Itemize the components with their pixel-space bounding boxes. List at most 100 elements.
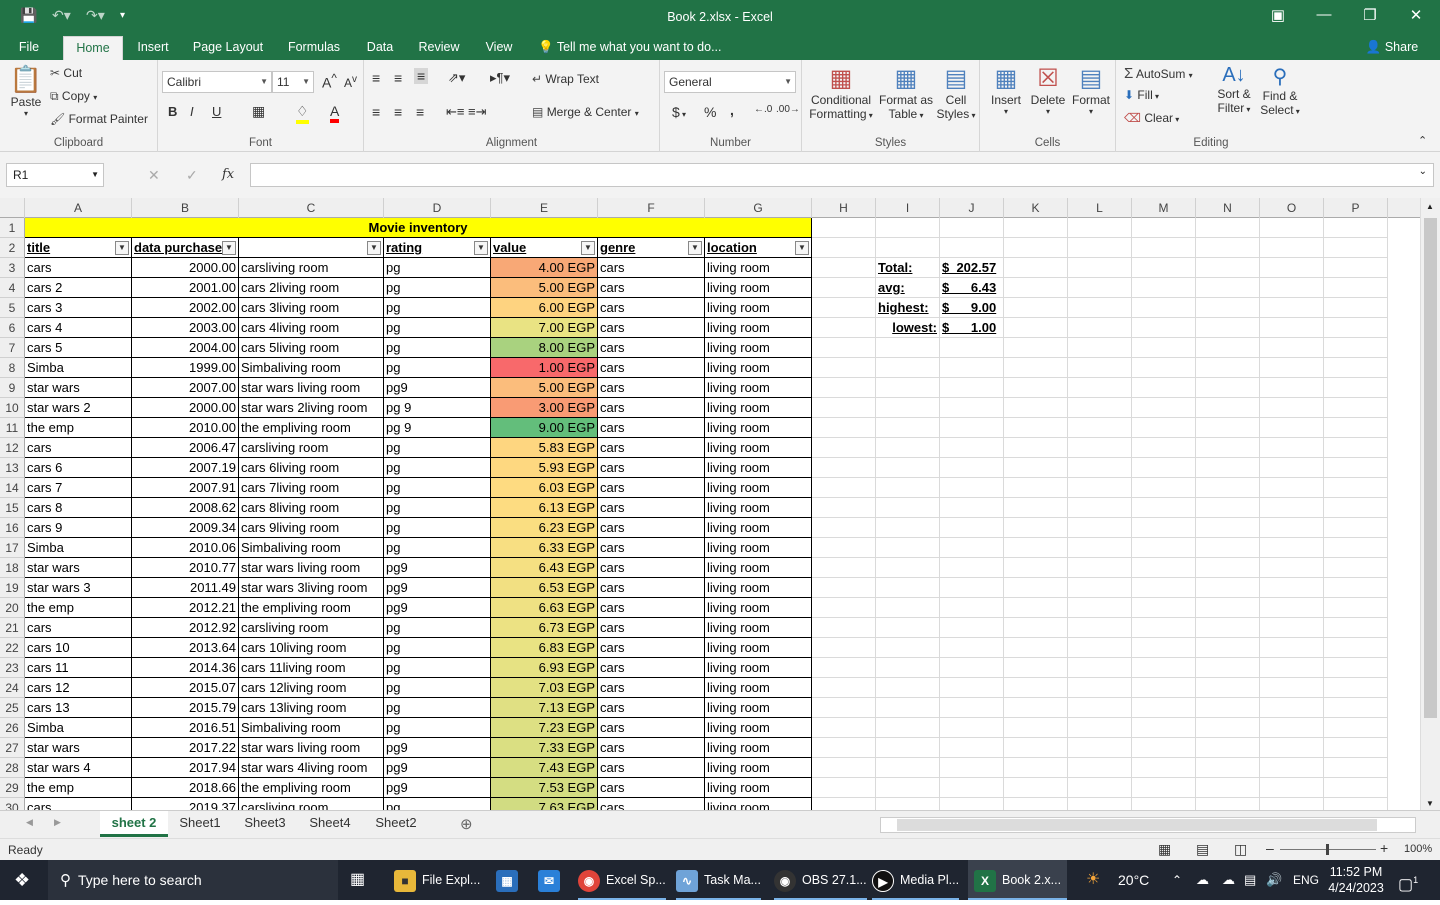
grid-cell[interactable] <box>1260 478 1324 498</box>
fill-button[interactable]: ⬇ Fill ▾ <box>1124 88 1159 102</box>
grid-cell[interactable] <box>1132 658 1196 678</box>
column-header[interactable]: M <box>1132 198 1196 218</box>
autosum-button[interactable]: Σ AutoSum ▾ <box>1124 65 1193 82</box>
grid-cell[interactable] <box>940 618 1004 638</box>
grid-cell[interactable] <box>812 278 876 298</box>
table-cell[interactable]: 6.00 EGP <box>491 298 598 318</box>
grid-cell[interactable] <box>1068 778 1132 798</box>
table-cell[interactable]: 7.03 EGP <box>491 678 598 698</box>
grid-cell[interactable] <box>1260 538 1324 558</box>
table-cell[interactable]: Simba <box>25 358 132 378</box>
taskbar-app-media-player[interactable]: ▶ Media Pl... <box>872 860 960 900</box>
grid-cell[interactable] <box>876 598 940 618</box>
align-middle-icon[interactable]: ≡ <box>394 70 402 86</box>
taskbar-app-file-explorer[interactable]: ■ File Expl... <box>394 860 480 900</box>
onedrive-icon[interactable]: ☁ <box>1196 860 1209 900</box>
taskbar-app-task-manager[interactable]: ∿ Task Ma... <box>676 860 761 900</box>
comma-button[interactable]: , <box>730 102 734 118</box>
grid-cell[interactable] <box>1132 438 1196 458</box>
table-cell[interactable]: star wars 3living room <box>239 578 384 598</box>
table-cell[interactable]: 2007.19 <box>132 458 239 478</box>
table-cell[interactable]: carsliving room <box>239 438 384 458</box>
cloud-icon[interactable]: ☁ <box>1222 860 1235 900</box>
table-cell[interactable]: 2001.00 <box>132 278 239 298</box>
column-header[interactable]: P <box>1324 198 1388 218</box>
table-cell[interactable]: star wars 4living room <box>239 758 384 778</box>
table-cell[interactable]: 5.00 EGP <box>491 278 598 298</box>
cell-styles-button[interactable]: ▤ Cell Styles ▾ <box>936 64 976 121</box>
grid-cell[interactable] <box>1260 518 1324 538</box>
table-cell[interactable]: cars 2 <box>25 278 132 298</box>
grid-cell[interactable] <box>1260 278 1324 298</box>
table-cell[interactable]: 1999.00 <box>132 358 239 378</box>
enter-icon[interactable]: ✓ <box>186 167 198 184</box>
table-cell[interactable]: 4.00 EGP <box>491 258 598 278</box>
grid-cell[interactable] <box>1196 458 1260 478</box>
summary-label[interactable]: lowest: <box>876 318 940 338</box>
grid-cell[interactable] <box>1068 718 1132 738</box>
grid-cell[interactable] <box>1132 518 1196 538</box>
format-cells-button[interactable]: ▤ Format ▾ <box>1070 64 1112 116</box>
formula-input[interactable]: ⌄ <box>250 163 1434 187</box>
table-cell[interactable]: star wars living room <box>239 378 384 398</box>
grid-cell[interactable] <box>1260 638 1324 658</box>
table-cell[interactable]: pg 9 <box>384 418 491 438</box>
grid-cell[interactable] <box>1132 558 1196 578</box>
grid-cell[interactable] <box>1132 578 1196 598</box>
grid-cell[interactable] <box>876 518 940 538</box>
grid-cell[interactable] <box>812 378 876 398</box>
table-cell[interactable]: living room <box>705 398 812 418</box>
paste-button[interactable]: 📋 Paste ▾ <box>8 64 44 118</box>
grid-cell[interactable] <box>812 658 876 678</box>
table-cell[interactable]: pg <box>384 298 491 318</box>
scroll-up-icon[interactable]: ▲ <box>1426 202 1434 211</box>
grid-cell[interactable] <box>1260 738 1324 758</box>
name-box[interactable]: R1 ▼ <box>6 163 104 187</box>
table-cell[interactable]: cars 12living room <box>239 678 384 698</box>
table-cell[interactable]: 2016.51 <box>132 718 239 738</box>
grid-cell[interactable] <box>812 438 876 458</box>
grid-cell[interactable] <box>1004 518 1068 538</box>
table-cell[interactable]: pg <box>384 358 491 378</box>
row-header[interactable]: 11 <box>0 418 25 438</box>
table-cell[interactable]: 2007.00 <box>132 378 239 398</box>
table-cell[interactable]: cars <box>598 438 705 458</box>
decrease-decimal-icon[interactable]: .00→ <box>776 104 800 115</box>
hscroll-thumb[interactable] <box>897 819 1377 831</box>
grid-cell[interactable] <box>1132 258 1196 278</box>
grid-cell[interactable] <box>1196 558 1260 578</box>
cancel-icon[interactable]: ✕ <box>148 167 160 184</box>
zoom-out-icon[interactable]: – <box>1266 840 1274 856</box>
grid-cell[interactable] <box>1260 458 1324 478</box>
clock[interactable]: 11:52 PM 4/24/2023 <box>1326 860 1386 900</box>
align-bottom-icon[interactable]: ≡ <box>414 68 429 84</box>
merge-center-button[interactable]: ▤ Merge & Center ▾ <box>532 105 639 119</box>
temperature[interactable]: 20°C <box>1118 860 1149 900</box>
grid-cell[interactable] <box>940 718 1004 738</box>
notifications-icon[interactable]: ▢1 <box>1398 860 1418 900</box>
increase-indent-icon[interactable]: ≡⇥ <box>468 104 486 120</box>
grid-cell[interactable] <box>1004 258 1068 278</box>
grid-cell[interactable] <box>1132 718 1196 738</box>
column-header[interactable]: K <box>1004 198 1068 218</box>
grid-cell[interactable] <box>940 698 1004 718</box>
grid-cell[interactable] <box>1196 338 1260 358</box>
grid-cell[interactable] <box>1004 778 1068 798</box>
table-cell[interactable]: star wars <box>25 378 132 398</box>
table-cell[interactable]: 5.00 EGP <box>491 378 598 398</box>
network-icon[interactable]: ▤ <box>1244 860 1256 900</box>
tab-insert[interactable]: Insert <box>130 36 176 60</box>
column-header[interactable]: L <box>1068 198 1132 218</box>
grid-cell[interactable] <box>812 618 876 638</box>
table-cell[interactable]: cars 4 <box>25 318 132 338</box>
table-cell[interactable]: living room <box>705 638 812 658</box>
decrease-indent-icon[interactable]: ⇤≡ <box>446 104 464 120</box>
grid-cell[interactable] <box>1068 238 1132 258</box>
table-cell[interactable]: cars <box>598 798 705 810</box>
table-cell[interactable]: 2011.49 <box>132 578 239 598</box>
table-cell[interactable]: 2017.22 <box>132 738 239 758</box>
grid-cell[interactable] <box>876 498 940 518</box>
table-cell[interactable]: cars <box>25 438 132 458</box>
grid-cell[interactable] <box>1068 658 1132 678</box>
grid-cell[interactable] <box>812 758 876 778</box>
